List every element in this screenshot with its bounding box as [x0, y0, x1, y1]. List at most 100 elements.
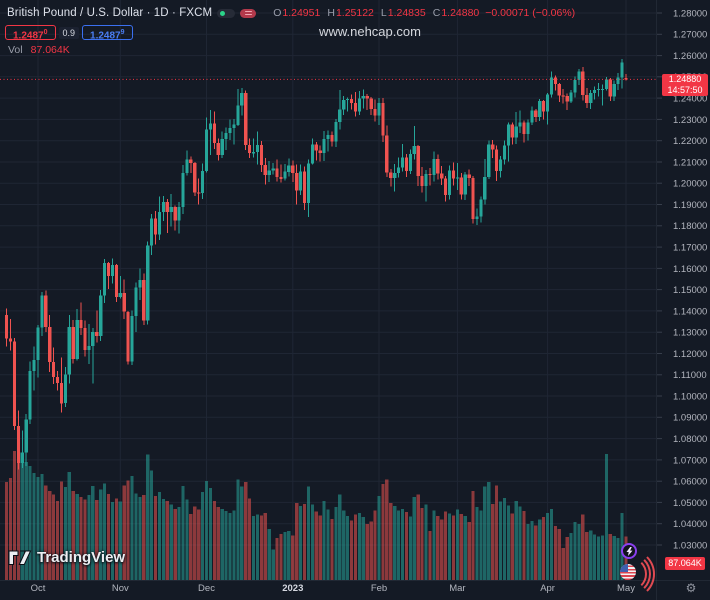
candle — [374, 109, 377, 116]
candle — [17, 426, 20, 463]
candle — [444, 179, 447, 196]
volume-bar — [609, 534, 612, 580]
candles-layer[interactable] — [5, 59, 628, 470]
volume-bar — [487, 482, 490, 580]
axis-settings-gear-icon[interactable]: ⚙ — [682, 579, 700, 597]
candle — [119, 293, 122, 297]
price-axis-label: 1.05000 — [673, 498, 707, 509]
candle — [36, 328, 39, 360]
candle — [538, 101, 541, 117]
volume-bar — [452, 516, 455, 581]
high-label: H — [327, 7, 335, 19]
volume-indicator-value: 87.064K — [31, 44, 70, 56]
candle — [95, 332, 98, 336]
volume-bar — [495, 486, 498, 581]
price-chart-canvas[interactable]: 1.280001.270001.260001.250001.240001.230… — [0, 0, 710, 600]
time-axis-label: Mar — [449, 583, 465, 594]
price-axis-label: 1.15000 — [673, 285, 707, 296]
candle — [299, 172, 302, 191]
volume-bar — [601, 536, 604, 581]
candle — [80, 320, 83, 328]
candle — [393, 173, 396, 178]
volume-bar — [538, 520, 541, 581]
volume-bar — [377, 496, 380, 580]
volume-bar — [472, 491, 475, 580]
candle — [29, 371, 32, 419]
volume-bar — [299, 506, 302, 580]
volume-bar — [456, 510, 459, 581]
volume-bar — [354, 515, 357, 581]
volume-indicator-row: Vol 87.064K — [8, 44, 70, 56]
candle — [436, 159, 439, 174]
low-label: L — [381, 7, 387, 19]
candle — [342, 100, 345, 109]
volume-bar — [56, 501, 59, 580]
candle — [174, 207, 177, 221]
time-axis[interactable]: OctNovDec2023FebMarAprMay — [31, 583, 636, 594]
grid-lines — [0, 0, 656, 580]
sell-button[interactable]: 1.24870 — [5, 25, 56, 40]
time-axis-label: Oct — [31, 583, 46, 594]
buy-button[interactable]: 1.24879 — [82, 25, 133, 40]
bar-countdown: 14:57:50 — [662, 85, 708, 96]
candle — [264, 165, 267, 175]
price-axis-label: 1.22000 — [673, 136, 707, 147]
volume-bar — [507, 506, 510, 581]
volume-bar — [409, 517, 412, 581]
price-axis-label: 1.06000 — [673, 477, 707, 488]
price-axis-label: 1.10000 — [673, 391, 707, 402]
us-flag-event-icon[interactable] — [620, 564, 636, 580]
volume-bar — [526, 524, 529, 580]
volume-bar — [562, 548, 565, 580]
candle — [522, 122, 525, 134]
candle — [370, 98, 373, 109]
volume-bar — [554, 526, 557, 580]
volume-bar — [350, 521, 353, 581]
symbol-title[interactable]: British Pound / U.S. Dollar · 1D · FXCM — [7, 7, 212, 19]
last-price-tag[interactable]: 1.24880 14:57:50 — [662, 74, 708, 96]
candle — [452, 170, 455, 178]
candle — [354, 103, 357, 112]
volume-bar — [358, 513, 361, 580]
volume-indicator-label[interactable]: Vol — [8, 44, 23, 56]
price-axis-label: 1.21000 — [673, 157, 707, 168]
candle — [377, 103, 380, 115]
volume-bar — [272, 550, 275, 581]
price-axis-label: 1.16000 — [673, 264, 707, 275]
candle — [554, 78, 557, 85]
candle — [468, 174, 471, 178]
candle — [5, 315, 8, 338]
volume-bar — [174, 509, 177, 580]
candle — [9, 339, 12, 342]
candle — [526, 123, 529, 135]
ohlc-readout: O1.24951 H1.25122 L1.24835 C1.24880 −0.0… — [266, 7, 575, 19]
volume-bar — [107, 494, 110, 580]
volume-bar — [385, 480, 388, 581]
flag-canton — [620, 564, 628, 572]
candle — [217, 143, 220, 155]
price-axis-label: 1.27000 — [673, 30, 707, 41]
volume-bar — [315, 512, 318, 581]
candle — [193, 163, 196, 193]
candle — [550, 78, 553, 95]
candle — [87, 346, 90, 350]
volume-bar — [499, 502, 502, 581]
market-open-status-icon[interactable] — [217, 9, 235, 18]
price-axis-label: 1.28000 — [673, 8, 707, 19]
candle — [581, 72, 584, 96]
candle — [103, 263, 106, 296]
tradingview-logo[interactable]: TradingView — [8, 549, 125, 566]
volume-bar — [83, 500, 86, 581]
lightning-event-icon[interactable] — [621, 543, 637, 559]
candle — [138, 280, 141, 288]
candle — [330, 135, 333, 141]
candle — [413, 146, 416, 154]
candle — [589, 93, 592, 103]
volume-bar — [448, 514, 451, 581]
muted-alert-icon[interactable] — [240, 9, 256, 18]
price-axis-label: 1.17000 — [673, 243, 707, 254]
candle — [385, 136, 388, 173]
candle — [185, 159, 188, 172]
candle — [127, 312, 130, 362]
candle — [507, 124, 510, 145]
